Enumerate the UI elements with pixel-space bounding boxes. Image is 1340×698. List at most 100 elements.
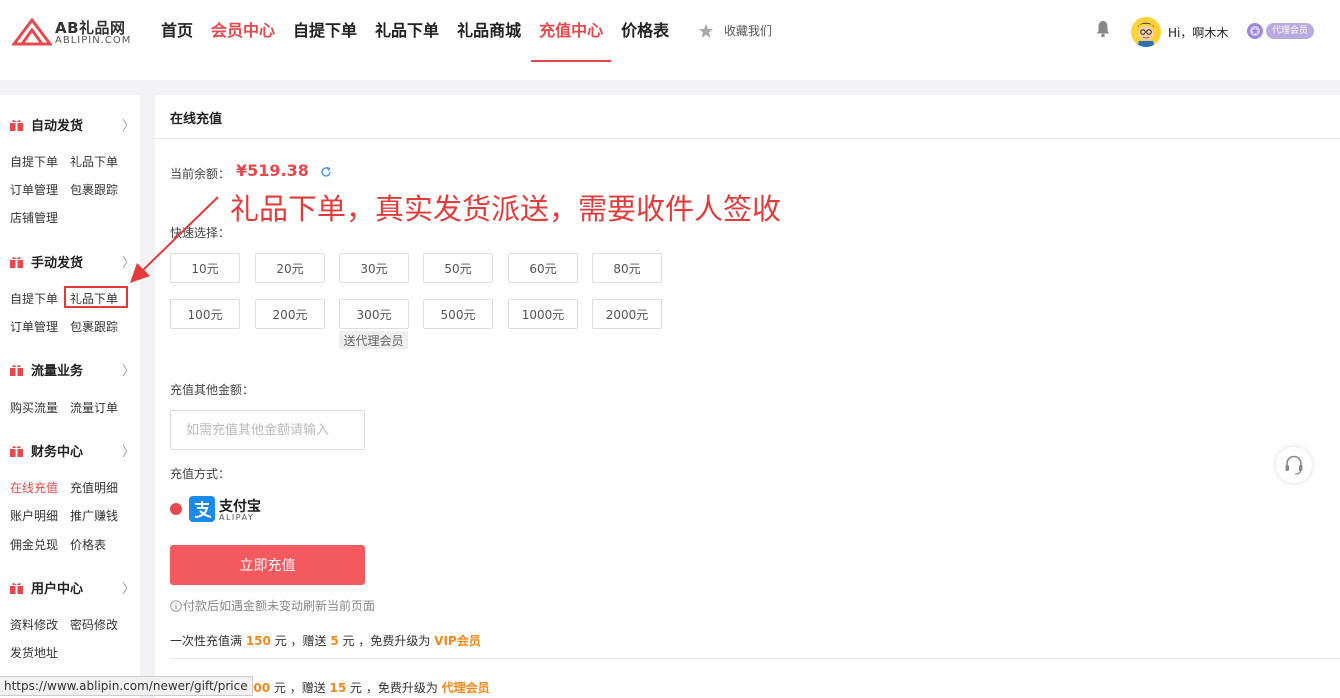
sidebar-item-auto-package-track[interactable]: 包裹跟踪 xyxy=(70,181,118,198)
promo-text: 元 ，赠送 xyxy=(270,634,331,648)
nav-price-list[interactable]: 价格表 xyxy=(613,0,677,62)
amount-option-60[interactable]: 60元 xyxy=(508,253,578,283)
balance-label: 当前余额： xyxy=(170,167,231,181)
sidebar-section-traffic[interactable]: 流量业务 xyxy=(10,360,83,379)
sidebar-item-buy-traffic[interactable]: 购买流量 xyxy=(10,399,58,416)
promo-text: 元 ，免费升级为 xyxy=(346,681,442,695)
nav-recharge-center[interactable]: 充值中心 xyxy=(531,0,612,62)
sidebar-item-traffic-orders[interactable]: 流量订单 xyxy=(70,399,118,416)
amount-option-50[interactable]: 50元 xyxy=(423,253,493,283)
sidebar-item-change-password[interactable]: 密码修改 xyxy=(70,616,118,633)
bell-icon[interactable] xyxy=(1095,20,1111,38)
amount-option-1000[interactable]: 1000元 xyxy=(508,299,578,329)
chevron-right-icon[interactable]: 〉 xyxy=(122,578,135,597)
amount-option-30[interactable]: 30元 xyxy=(339,253,409,283)
amount-option-20[interactable]: 20元 xyxy=(255,253,325,283)
sidebar-item-auto-gift-order[interactable]: 礼品下单 xyxy=(70,153,118,170)
amount-option-500[interactable]: 500元 xyxy=(423,299,493,329)
promo-text: 一次性充值满 xyxy=(170,634,246,648)
sidebar-item-price-list[interactable]: 价格表 xyxy=(70,536,106,553)
alipay-radio[interactable] xyxy=(170,503,182,515)
sidebar-item-edit-profile[interactable]: 资料修改 xyxy=(10,616,58,633)
payment-method-label: 充值方式： xyxy=(170,467,231,481)
sidebar-section-title: 用户中心 xyxy=(31,582,84,597)
amount-option-300[interactable]: 300元 xyxy=(339,299,409,329)
agent-member-label: 代理会员 xyxy=(1266,23,1315,39)
sidebar-item-promote-earn[interactable]: 推广赚钱 xyxy=(70,507,118,524)
promo-line-agent: 300 元 ，赠送 15 元 ，免费升级为 代理会员 xyxy=(245,679,490,696)
sidebar-section-title: 财务中心 xyxy=(31,445,84,460)
refresh-icon[interactable] xyxy=(320,166,332,178)
nav-self-pickup-order[interactable]: 自提下单 xyxy=(285,0,365,62)
amount-option-200[interactable]: 200元 xyxy=(255,299,325,329)
recharge-now-button[interactable]: 立即充值 xyxy=(170,545,365,585)
balance-value: ¥519.38 xyxy=(236,161,309,180)
sidebar-section-title: 手动发货 xyxy=(31,256,84,271)
promo-level: 代理会员 xyxy=(441,681,490,695)
sidebar-item-shop-manage[interactable]: 店铺管理 xyxy=(10,209,58,226)
badge-medal-icon xyxy=(1247,23,1263,39)
left-sidebar: 自动发货 〉 自提下单 礼品下单 订单管理 包裹跟踪 店铺管理 手动发货 〉 自… xyxy=(0,95,140,698)
refresh-tip-text: 付款后如遇金额未变动刷新当前页面 xyxy=(183,599,376,613)
sidebar-item-recharge-detail[interactable]: 充值明细 xyxy=(70,479,118,496)
gift-icon xyxy=(10,364,23,376)
gift-icon xyxy=(10,445,23,457)
chevron-right-icon[interactable]: 〉 xyxy=(122,115,135,134)
nav-gift-mall[interactable]: 礼品商城 xyxy=(449,0,529,62)
main-nav: 首页 会员中心 自提下单 礼品下单 礼品商城 充值中心 价格表 xyxy=(153,0,679,62)
promo-amount: 150 xyxy=(245,634,271,648)
site-logo[interactable]: AB礼品网 ABLIPIN.COM xyxy=(12,16,142,50)
annotation-text: 礼品下单，真实发货派送，需要收件人签收 xyxy=(230,192,782,226)
star-icon xyxy=(699,23,713,38)
sidebar-item-account-detail[interactable]: 账户明细 xyxy=(10,507,58,524)
annotation-highlight-box xyxy=(64,286,128,308)
logo-subtitle: ABLIPIN.COM xyxy=(55,35,132,46)
sidebar-item-shipping-address[interactable]: 发货地址 xyxy=(10,644,58,661)
amount-option-2000[interactable]: 2000元 xyxy=(592,299,662,329)
sidebar-item-auto-self-pickup[interactable]: 自提下单 xyxy=(10,153,58,170)
title-divider xyxy=(155,138,1340,139)
sidebar-item-online-recharge[interactable]: 在线充值 xyxy=(10,479,58,496)
promo-text: 元 ，赠送 xyxy=(270,681,330,695)
amount-option-80[interactable]: 80元 xyxy=(592,253,662,283)
sidebar-section-manual-delivery[interactable]: 手动发货 xyxy=(10,252,83,271)
chevron-right-icon[interactable]: 〉 xyxy=(122,441,135,460)
promo-line-vip: 一次性充值满 150 元 ，赠送 5 元 ，免费升级为 VIP会员 xyxy=(170,632,481,649)
nav-home[interactable]: 首页 xyxy=(153,0,201,62)
other-amount-input[interactable] xyxy=(170,410,365,450)
promo-gift: 5 xyxy=(330,634,339,648)
alipay-option[interactable]: 支付宝 ALIPAY xyxy=(189,496,265,522)
nav-member-center[interactable]: 会员中心 xyxy=(203,0,283,62)
sidebar-item-manual-self-pickup[interactable]: 自提下单 xyxy=(10,290,58,307)
sidebar-section-finance[interactable]: 财务中心 xyxy=(10,441,83,460)
sidebar-item-auto-order-manage[interactable]: 订单管理 xyxy=(10,181,58,198)
top-header: AB礼品网 ABLIPIN.COM 首页 会员中心 自提下单 礼品下单 礼品商城… xyxy=(0,0,1340,80)
gift-icon xyxy=(10,119,23,131)
gift-icon xyxy=(10,582,23,594)
promo-divider xyxy=(170,658,1340,659)
alipay-english: ALIPAY xyxy=(219,513,255,522)
nav-gift-order[interactable]: 礼品下单 xyxy=(367,0,447,62)
sidebar-item-manual-package-track[interactable]: 包裹跟踪 xyxy=(70,318,118,335)
agent-member-badge: 代理会员 xyxy=(1246,22,1315,40)
sidebar-section-title: 自动发货 xyxy=(31,119,84,134)
info-icon xyxy=(170,599,182,612)
promo-gift: 15 xyxy=(329,681,347,695)
avatar-face-icon xyxy=(1131,17,1161,47)
other-amount-label: 充值其他金额： xyxy=(170,383,255,397)
sidebar-section-auto-delivery[interactable]: 自动发货 xyxy=(10,115,83,134)
amount-option-100[interactable]: 100元 xyxy=(170,299,240,329)
sidebar-item-commission-cash[interactable]: 佣金兑现 xyxy=(10,536,58,553)
user-avatar[interactable] xyxy=(1131,17,1161,47)
sidebar-item-manual-order-manage[interactable]: 订单管理 xyxy=(10,318,58,335)
bonus-agent-tag: 送代理会员 xyxy=(339,331,408,349)
favorite-label: 收藏我们 xyxy=(724,24,773,38)
refresh-tip: 付款后如遇金额未变动刷新当前页面 xyxy=(170,597,375,614)
sidebar-section-user-center[interactable]: 用户中心 xyxy=(10,578,83,597)
favorite-link[interactable]: 收藏我们 xyxy=(698,22,772,39)
alipay-icon xyxy=(189,496,215,522)
promo-text: 元 ，免费升级为 xyxy=(338,634,435,648)
chevron-right-icon[interactable]: 〉 xyxy=(122,360,135,379)
user-greeting[interactable]: Hi，啊木木 xyxy=(1168,24,1228,41)
customer-service-button[interactable] xyxy=(1276,447,1312,483)
